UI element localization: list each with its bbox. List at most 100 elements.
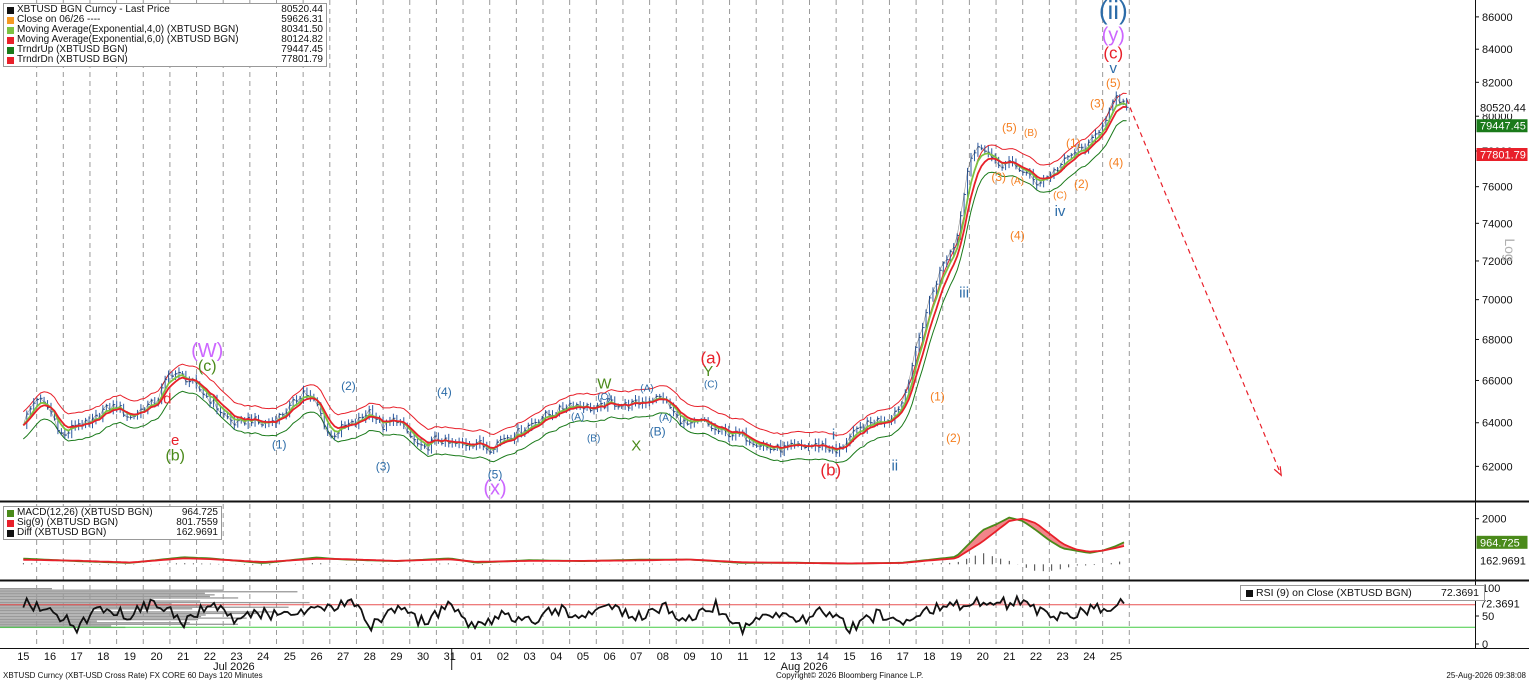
wave-label: (A) [571, 412, 584, 423]
volume-profile-bar [0, 591, 298, 593]
footer-security: XBTUSD Curncy (XBT-USD Cross Rate) FX CO… [3, 671, 263, 680]
legend-row: Diff (XBTUSD BGN) 162.9691 [7, 528, 218, 538]
x-day-label: 11 [737, 651, 748, 663]
wave-label: (c) [198, 358, 217, 375]
x-day-label: 04 [550, 651, 562, 663]
volume-profile-bar [0, 612, 260, 615]
price-legend: XBTUSD BGN Curncy - Last Price 80520.44 Cl… [3, 3, 327, 67]
wave-label: iv [1055, 203, 1066, 220]
rsi-tick-label: 50 [1482, 611, 1494, 623]
volume-profile-bar [0, 622, 190, 624]
x-day-label: 25 [284, 651, 296, 663]
x-day-label: 30 [417, 651, 429, 663]
volume-profile-bar [0, 598, 152, 601]
legend-swatch [7, 16, 14, 24]
wave-label: i [832, 427, 835, 444]
rsi-tick-label: 0 [1482, 639, 1488, 651]
wave-label: X [631, 438, 641, 455]
volume-profile-bar [0, 625, 112, 627]
volume-profile-bar [0, 600, 201, 602]
wave-label: (ii) [1099, 0, 1128, 25]
y-tick-label: 66000 [1482, 375, 1513, 387]
x-day-label: 02 [497, 651, 509, 663]
legend-value: 72.3691 [1441, 587, 1479, 599]
legend-swatch [7, 519, 14, 527]
wave-label: (A) [640, 383, 653, 394]
x-day-label: 15 [17, 651, 29, 663]
wave-label: (a) [701, 348, 722, 367]
legend-label: RSI (9) on Close (XBTUSD BGN) [1256, 587, 1412, 599]
volume-profile-bar [0, 615, 202, 618]
x-day-label: 10 [710, 651, 722, 663]
x-day-label: 22 [1030, 651, 1042, 663]
wave-label: W [597, 376, 612, 393]
y-axis-scale-label: Log [1502, 238, 1518, 261]
y-tick-label: 74000 [1482, 218, 1513, 230]
volume-profile-bar [0, 619, 199, 621]
x-day-label: 07 [630, 651, 642, 663]
legend-swatch [7, 46, 14, 54]
volume-profile-bar [0, 611, 276, 613]
x-day-label: 23 [1057, 651, 1069, 663]
x-day-label: 21 [1003, 651, 1015, 663]
legend-label: TrndrDn (XBTUSD BGN) [17, 54, 128, 65]
y-tick-label: 70000 [1482, 295, 1513, 307]
x-day-label: 16 [44, 651, 56, 663]
price-last-tag-text: 77801.79 [1480, 149, 1526, 161]
x-day-label: 18 [97, 651, 109, 663]
wave-label: (4) [437, 385, 452, 399]
x-day-label: 12 [763, 651, 775, 663]
volume-profile-bar [0, 592, 205, 594]
wave-label: (1) [1066, 136, 1081, 150]
x-day-label: 17 [71, 651, 83, 663]
volume-profile-bar [0, 589, 224, 591]
legend-swatch [1246, 589, 1253, 597]
x-day-label: 05 [577, 651, 589, 663]
x-day-label: 19 [950, 651, 962, 663]
x-day-label: 03 [524, 651, 536, 663]
macd-last-tag-text: 162.9691 [1480, 556, 1526, 568]
legend-swatch [7, 529, 14, 537]
y-tick-label: 84000 [1482, 44, 1513, 56]
wave-label: (4) [1010, 229, 1025, 243]
wave-label: (C) [704, 379, 718, 390]
y-tick-label: 86000 [1482, 12, 1513, 24]
y-tick-label: 68000 [1482, 334, 1513, 346]
wave-label: (3) [376, 460, 391, 474]
x-day-label: 29 [390, 651, 402, 663]
volume-profile-bar [0, 597, 239, 599]
wave-label: (5) [1106, 76, 1121, 90]
wave-label: (1) [930, 389, 945, 403]
x-day-label: 20 [977, 651, 989, 663]
wave-label: (b) [820, 460, 841, 479]
x-day-label: 15 [843, 651, 855, 663]
wave-label: (2) [341, 379, 356, 393]
footer-copyright: Copyright© 2026 Bloomberg Finance L.P. [776, 671, 924, 680]
y-tick-label: 82000 [1482, 77, 1513, 89]
wave-label: (C) [597, 392, 611, 403]
x-day-label: 24 [1083, 651, 1095, 663]
wave-label: (2) [1074, 177, 1089, 191]
wave-label: (4) [1109, 156, 1124, 170]
x-day-label: 06 [604, 651, 616, 663]
wave-label: (A) [1011, 176, 1024, 187]
x-day-label: 17 [897, 651, 909, 663]
macd-last-tag-text: 964.725 [1480, 537, 1520, 549]
x-day-label: 31 [444, 651, 456, 663]
volume-profile-bar [0, 588, 52, 590]
x-day-label: 27 [337, 651, 349, 663]
wave-label: (1) [272, 438, 287, 452]
x-day-label: 21 [177, 651, 189, 663]
wave-label: (x) [483, 477, 506, 499]
x-day-label: 08 [657, 651, 669, 663]
wave-label: (y) [1102, 24, 1125, 46]
legend-row: RSI (9) on Close (XBTUSD BGN) 72.3691 [1246, 588, 1479, 598]
x-day-label: 28 [364, 651, 376, 663]
wave-label: (B) [1024, 128, 1037, 139]
volume-profile-bar [0, 595, 210, 598]
wave-label: e [171, 432, 179, 449]
wave-label: d [163, 390, 171, 407]
x-day-label: 20 [150, 651, 162, 663]
volume-profile-bar [0, 594, 215, 596]
legend-value: 162.9691 [176, 527, 218, 538]
